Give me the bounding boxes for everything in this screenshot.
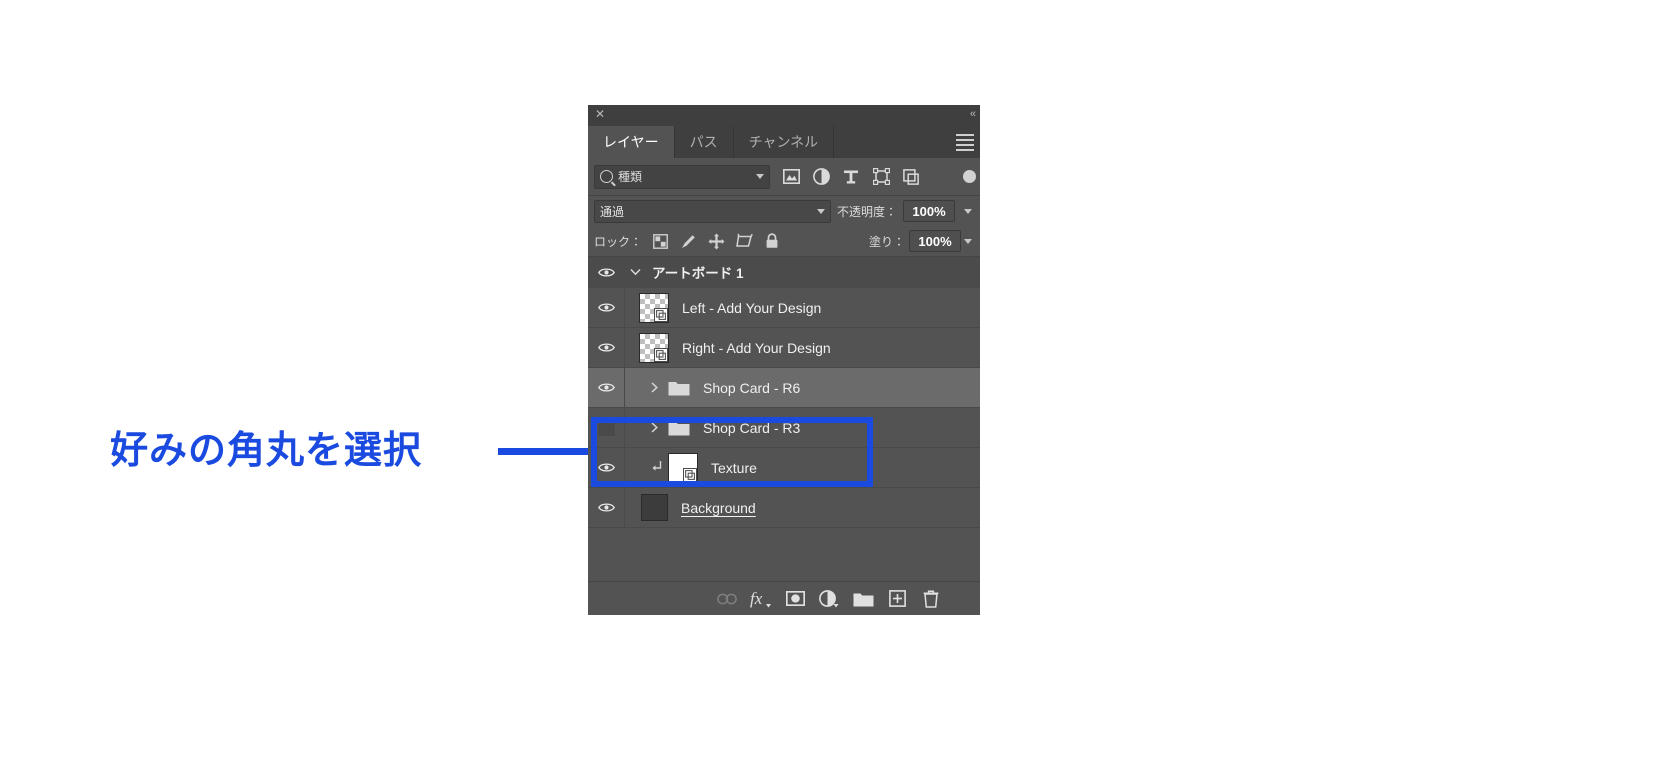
opacity-stepper-icon[interactable] — [961, 201, 975, 221]
row-tail — [831, 328, 980, 367]
close-icon[interactable]: ✕ — [593, 107, 607, 121]
row-tail — [821, 288, 980, 327]
row-tail — [743, 257, 980, 287]
group-folder-icon — [668, 419, 690, 436]
layers-panel: ✕ « レイヤー パス チャンネル 種類 通過 不透明度： 100% ロック： … — [588, 105, 980, 615]
smart-object-filter-icon[interactable] — [896, 165, 926, 189]
clipping-mask-icon — [649, 460, 665, 476]
visibility-cell[interactable] — [588, 448, 625, 487]
layer-thumbnail[interactable] — [641, 494, 668, 521]
delete-layer-icon[interactable] — [914, 586, 948, 612]
callout-label: 好みの角丸を選択 — [110, 430, 423, 472]
lock-row: ロック： 塗り： 100% — [588, 226, 980, 257]
layer-name: アートボード 1 — [652, 266, 744, 281]
layer-thumbnail[interactable] — [668, 452, 698, 483]
chevron-down-icon — [756, 174, 764, 179]
panel-titlebar: ✕ « — [588, 105, 980, 126]
filter-kind-select[interactable]: 種類 — [594, 164, 770, 189]
smart-object-badge-icon — [683, 467, 697, 482]
layer-row-shop-card-r6[interactable]: Shop Card - R6 — [588, 368, 980, 408]
layer-row-shop-card-r3[interactable]: Shop Card - R3 — [588, 408, 980, 448]
adjustment-filter-icon[interactable] — [806, 165, 836, 189]
eye-off-icon[interactable] — [596, 418, 616, 437]
lock-artboard-icon[interactable] — [730, 230, 758, 252]
smart-object-badge-icon — [654, 347, 668, 362]
row-tail — [800, 368, 980, 407]
lock-icon-group — [646, 230, 786, 252]
layer-name: Left - Add Your Design — [682, 299, 822, 316]
eye-icon[interactable] — [597, 338, 616, 357]
link-layers-icon[interactable] — [710, 586, 744, 612]
filter-kind-label: 種類 — [618, 170, 643, 184]
visibility-cell[interactable] — [588, 368, 625, 407]
filter-type-icons — [776, 165, 961, 189]
search-icon — [600, 170, 613, 183]
adjustment-layer-icon[interactable] — [812, 586, 846, 612]
opacity-label: 不透明度： — [836, 204, 897, 219]
lock-label: ロック： — [594, 234, 643, 249]
new-layer-icon[interactable] — [880, 586, 914, 612]
svg-text:fx: fx — [750, 589, 763, 608]
layer-style-fx-icon[interactable]: fx — [744, 586, 778, 612]
layer-name: Texture — [711, 459, 757, 476]
smart-object-badge-icon — [654, 307, 668, 322]
filter-enable-toggle[interactable] — [963, 170, 976, 183]
row-tail — [757, 448, 980, 487]
eye-icon[interactable] — [597, 298, 616, 317]
chevron-right-icon[interactable] — [643, 422, 665, 433]
blend-mode-value: 通過 — [600, 204, 625, 219]
lock-all-icon[interactable] — [758, 230, 786, 252]
lock-transparency-icon[interactable] — [646, 230, 674, 252]
layer-list: アートボード 1 Left - Add Your Design Right - … — [588, 257, 980, 528]
chevron-right-icon[interactable] — [643, 382, 665, 393]
collapse-panel-icon[interactable]: « — [970, 107, 976, 121]
layer-name: Shop Card - R6 — [703, 379, 801, 396]
layer-mask-icon[interactable] — [778, 586, 812, 612]
panel-tab-bar: レイヤー パス チャンネル — [588, 126, 980, 158]
visibility-cell[interactable] — [588, 488, 625, 527]
visibility-cell[interactable] — [588, 257, 624, 287]
eye-icon[interactable] — [597, 498, 616, 517]
tab-channels[interactable]: チャンネル — [733, 126, 835, 158]
layer-row-left-add-your-design[interactable]: Left - Add Your Design — [588, 288, 980, 328]
new-group-icon[interactable] — [846, 586, 880, 612]
visibility-cell[interactable] — [588, 288, 625, 327]
eye-icon[interactable] — [597, 458, 616, 477]
layer-thumbnail[interactable] — [639, 292, 669, 323]
panel-menu-icon[interactable] — [956, 133, 974, 151]
layer-row-texture[interactable]: Texture — [588, 448, 980, 488]
layer-row-background[interactable]: Background — [588, 488, 980, 528]
row-tail — [800, 408, 980, 447]
layer-name: Shop Card - R3 — [703, 419, 801, 436]
image-filter-icon[interactable] — [776, 165, 806, 189]
tab-layers[interactable]: レイヤー — [588, 126, 675, 158]
layer-filter-row: 種類 — [588, 158, 980, 196]
shape-filter-icon[interactable] — [866, 165, 896, 189]
lock-position-icon[interactable] — [702, 230, 730, 252]
fill-stepper-icon[interactable] — [961, 231, 975, 251]
layer-name: Right - Add Your Design — [682, 339, 831, 356]
opacity-input[interactable]: 100% — [903, 200, 955, 222]
tab-paths[interactable]: パス — [674, 126, 734, 158]
blend-mode-row: 通過 不透明度： 100% — [588, 196, 980, 226]
layers-bottom-toolbar: fx — [588, 581, 980, 615]
group-folder-icon — [668, 379, 690, 396]
layer-name: Background — [681, 499, 756, 516]
fill-label: 塗り： — [868, 234, 905, 249]
chevron-down-icon — [816, 208, 825, 214]
layer-row-right-add-your-design[interactable]: Right - Add Your Design — [588, 328, 980, 368]
lock-image-icon[interactable] — [674, 230, 702, 252]
chevron-down-icon[interactable] — [624, 268, 646, 276]
blend-mode-select[interactable]: 通過 — [594, 199, 831, 223]
eye-icon[interactable] — [597, 263, 616, 282]
type-filter-icon[interactable] — [836, 165, 866, 189]
row-tail — [756, 488, 980, 527]
layer-thumbnail[interactable] — [639, 332, 669, 363]
layer-row-artboard[interactable]: アートボード 1 — [588, 257, 980, 288]
fill-input[interactable]: 100% — [909, 230, 961, 252]
visibility-cell[interactable] — [588, 328, 625, 367]
eye-icon[interactable] — [597, 378, 616, 397]
visibility-cell[interactable] — [588, 408, 625, 447]
